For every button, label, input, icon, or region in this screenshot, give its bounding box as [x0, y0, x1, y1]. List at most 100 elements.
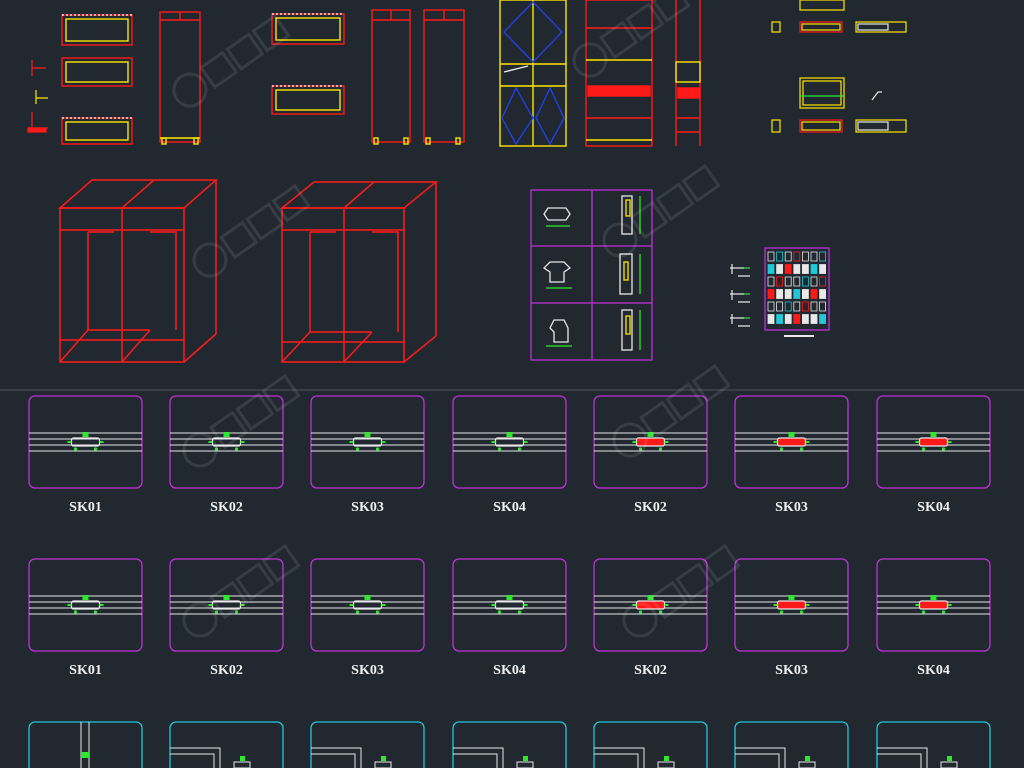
detail-row-3 [28, 721, 991, 768]
drawer-sections-1 [61, 14, 133, 145]
legend-cell [776, 264, 783, 274]
dimension-marker [82, 595, 89, 600]
legend-cell [819, 314, 826, 324]
dimension-dot [355, 447, 360, 451]
dimension-marker [805, 756, 810, 761]
dimension-marker [506, 595, 513, 600]
dimension-dot [517, 610, 522, 614]
dimension-dot [799, 610, 804, 614]
legend-cell [767, 289, 775, 299]
dimension-dot [779, 447, 784, 451]
connector-profile [233, 761, 251, 768]
legend-cell [793, 264, 801, 274]
dimension-marker [788, 595, 795, 600]
panel-line [735, 753, 780, 768]
dimension-marker [381, 756, 386, 761]
panel-line [735, 747, 786, 768]
dimension-dot [93, 447, 98, 451]
dimension-marker [364, 432, 371, 437]
corner-detail-box [310, 721, 425, 768]
legend-cell [767, 251, 775, 262]
dimension-marker [240, 756, 245, 761]
detail-frame [169, 721, 284, 768]
panel-line [877, 747, 928, 768]
dimension-marker [81, 752, 89, 758]
legend-cell [819, 251, 826, 262]
tall-cabinet-elevation-3 [423, 9, 465, 145]
connector-profile [918, 437, 949, 447]
detail-label: SK02 [634, 663, 667, 678]
corner-detail-box [593, 721, 708, 768]
legend-cell [793, 276, 801, 287]
dimension-dot [375, 610, 380, 614]
dimension-dot [921, 610, 926, 614]
joint-detail-box: SK04 [452, 558, 567, 678]
detail-frame [734, 721, 849, 768]
detail-frame [876, 721, 991, 768]
dimension-dot [921, 447, 926, 451]
detail-label: SK01 [69, 663, 102, 678]
dimension-dot [234, 447, 239, 451]
dimension-dot [497, 447, 502, 451]
logo-watermark-icon [612, 363, 731, 458]
dimension-dot [638, 610, 643, 614]
detail-frame [310, 558, 425, 652]
joint-detail-box: SK03 [734, 558, 849, 678]
dimension-marker [930, 595, 937, 600]
panel-line [594, 753, 639, 768]
legend-cell [819, 289, 826, 299]
corner-detail-box [169, 721, 284, 768]
detail-label: SK01 [69, 500, 102, 515]
legend-cell [819, 264, 826, 274]
panel-line [877, 753, 922, 768]
joint-detail-box: SK04 [452, 395, 567, 515]
dimension-marker [82, 432, 89, 437]
joint-detail-box: SK04 [876, 395, 991, 515]
legend-cell [810, 289, 818, 299]
legend-cell [802, 314, 809, 324]
detail-label: SK02 [210, 500, 243, 515]
detail-frame [310, 721, 425, 768]
legend-cell [767, 314, 775, 324]
panel-line [170, 753, 215, 768]
legend-cell [802, 276, 809, 287]
connector-profile [918, 600, 949, 610]
legend-cell [793, 251, 801, 262]
dimension-dot [799, 447, 804, 451]
legend-cell [793, 314, 801, 324]
legend-side-symbols [730, 264, 750, 327]
detail-row-2: SK01 SK02 SK03 SK04 SK02 SK03 SK04 [28, 558, 991, 678]
corner-detail-box [452, 721, 567, 768]
detail-label: SK02 [210, 663, 243, 678]
detail-label: SK04 [493, 500, 526, 515]
dimension-marker [223, 595, 230, 600]
cad-drawing-canvas: SK01 SK02 SK03 SK04 SK02 SK03 SK04 SK01 SK02 SK0… [0, 0, 1024, 768]
detail-frame [28, 721, 143, 768]
dimension-marker [664, 756, 669, 761]
joint-detail-box: SK03 [734, 395, 849, 515]
legend-cell [802, 289, 809, 299]
detail-label: SK04 [917, 663, 950, 678]
legend-cell [784, 289, 792, 299]
detail-frame [310, 395, 425, 489]
joint-detail-box: SK02 [169, 395, 284, 515]
connector-profile [798, 761, 816, 768]
legend-cell [784, 276, 792, 287]
connector-profile [776, 600, 807, 610]
dimension-dot [941, 610, 946, 614]
dimension-dot [517, 447, 522, 451]
dimension-marker [506, 432, 513, 437]
dimension-marker [930, 432, 937, 437]
legend-cell [810, 276, 818, 287]
legend-cell [802, 301, 809, 312]
detail-label: SK03 [775, 663, 808, 678]
dimension-dot [658, 447, 663, 451]
joint-detail-box: SK01 [28, 558, 143, 678]
logo-watermark-icon [602, 163, 721, 258]
detail-label: SK04 [917, 500, 950, 515]
legend-cell [784, 251, 792, 262]
dimension-dot [73, 610, 78, 614]
panel-line [453, 753, 498, 768]
panel-line [311, 753, 356, 768]
tall-cabinet-elevation-2 [371, 9, 411, 145]
